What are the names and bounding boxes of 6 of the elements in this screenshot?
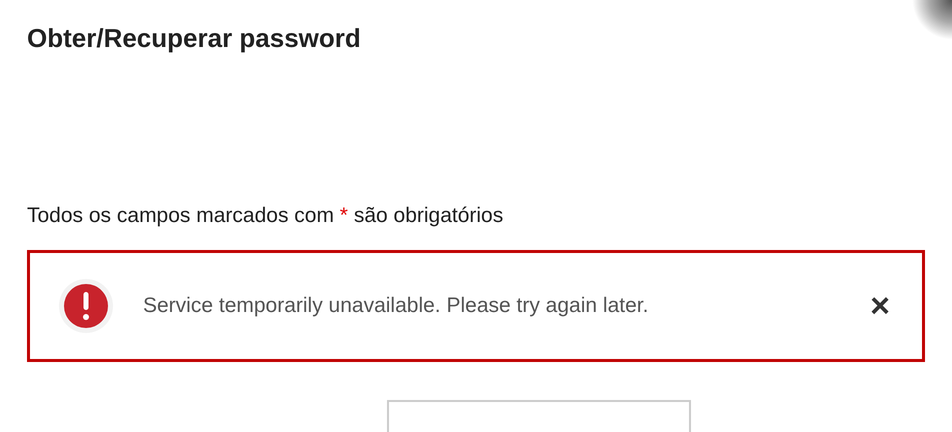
page-title: Obter/Recuperar password xyxy=(27,22,362,54)
exclamation-icon xyxy=(58,278,114,334)
required-fields-note: Todos os campos marcados com * são obrigatórios xyxy=(27,203,504,229)
input-field[interactable] xyxy=(387,400,691,432)
error-message: Service temporarily unavailable. Please try again later. xyxy=(143,293,650,319)
close-button[interactable]: × xyxy=(870,289,890,323)
